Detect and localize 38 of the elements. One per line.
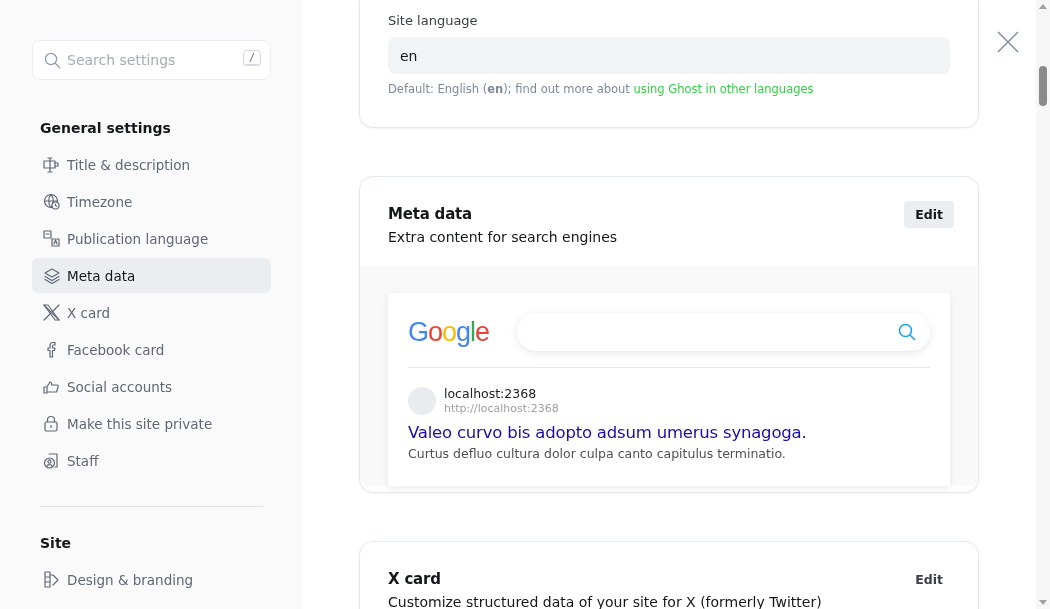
close-button[interactable] [996,30,1020,54]
result-description: Curtus defluo cultura dolor culpa canto capitulus terminatio. [408,446,787,461]
site-url: http://localhost:2368 [444,402,559,415]
card-title: Meta data [388,205,473,223]
card-title: X card [388,570,442,588]
sidebar-item-icon [43,267,60,284]
sidebar-item-icon [43,571,60,588]
sidebar-item-icon [43,193,60,210]
sidebar-item[interactable]: Title & description [32,147,271,182]
site-name: localhost:2368 [444,386,538,401]
card-subtitle: Customize structured data of your site for X (formerly Twitter) [388,594,822,609]
sidebar-item-icon [43,415,60,432]
sidebar-item-icon [43,156,60,173]
result-headline: Valeo curvo bis adopto adsum umerus synagoga. [408,423,808,442]
search-icon [898,323,916,341]
sidebar-item[interactable]: Staff [32,443,271,478]
sidebar-item[interactable]: Facebook card [32,332,271,367]
section-heading: Site [39,534,73,553]
sidebar-item[interactable]: Meta data [32,258,271,293]
sidebar-item-icon [43,452,60,469]
sidebar-item[interactable]: Social accounts [32,369,271,404]
search-logo: Google [408,316,490,348]
hint-text: Default: English (en); find out more about using Ghost in other languages [388,82,815,96]
shortcut-key: / [242,50,261,66]
card-subtitle: Extra content for search engines [388,229,618,245]
edit-button[interactable]: Edit [904,566,954,593]
sidebar-item-icon [43,230,60,247]
language-field[interactable]: en [388,37,950,74]
sidebar-item[interactable]: Timezone [32,184,271,219]
sidebar-item[interactable]: Make this site private [32,406,271,441]
sidebar-item[interactable]: X card [32,295,271,330]
sidebar-item-icon [43,378,60,395]
section-heading: General settings [39,119,172,138]
edit-button[interactable]: Edit [904,201,954,228]
sidebar-item[interactable]: Design & branding [32,562,271,597]
field-label: Site language [388,13,479,28]
sidebar-item[interactable]: Publication language [32,221,271,256]
sidebar-item-icon [43,304,60,321]
